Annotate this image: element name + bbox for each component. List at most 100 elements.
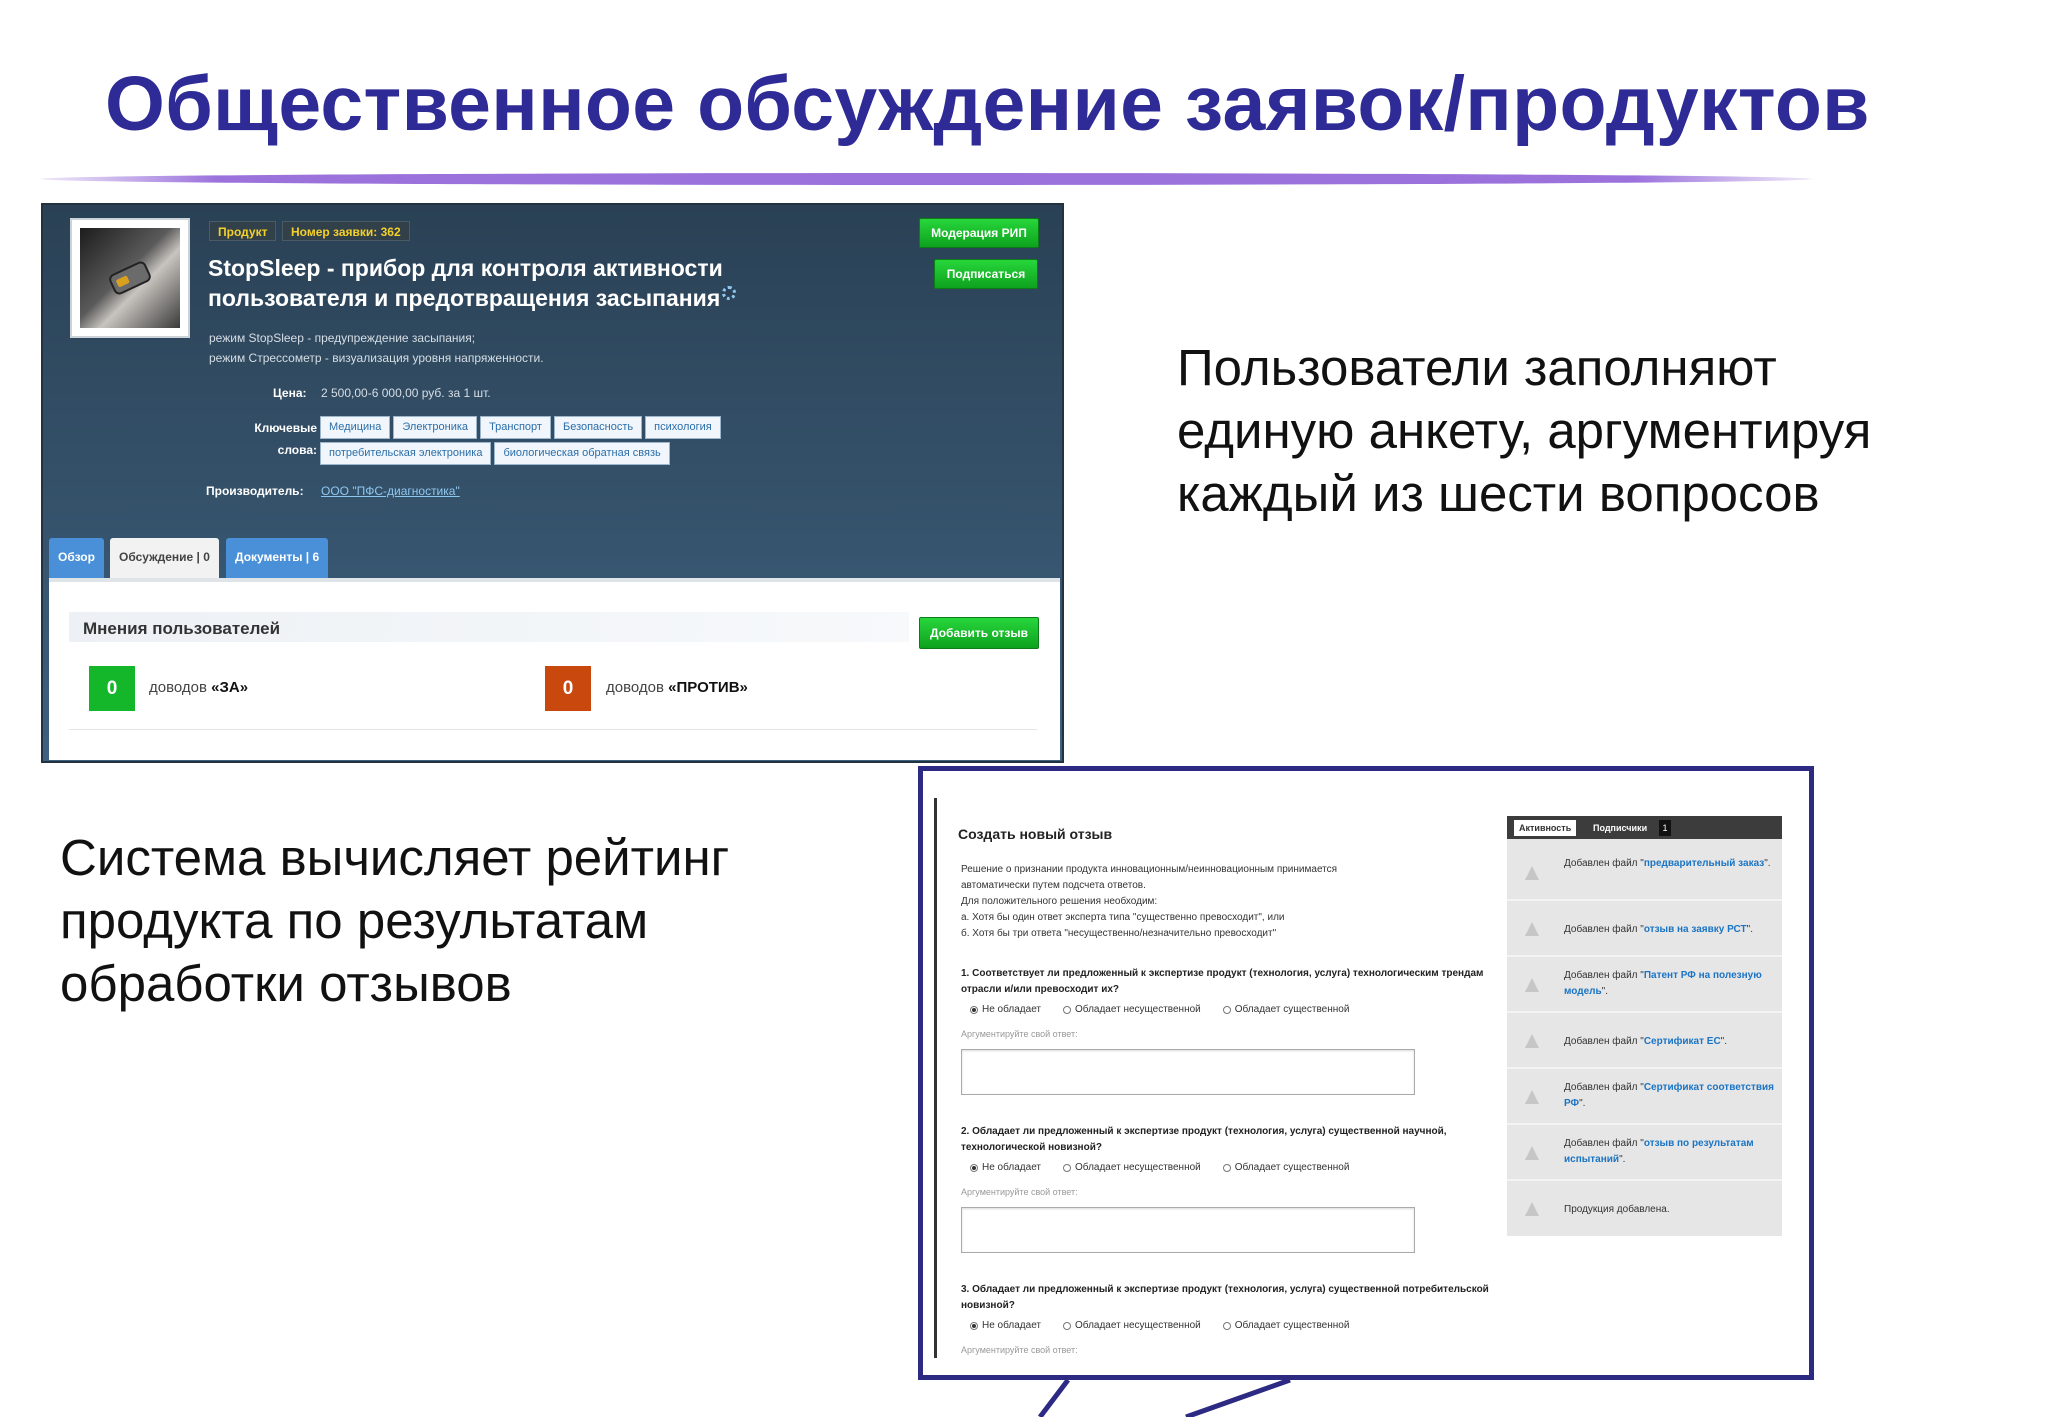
- activity-prefix: Добавлен файл ": [1564, 924, 1644, 935]
- file-icon: ▲: [1520, 1083, 1544, 1110]
- radio-option[interactable]: Не обладает: [970, 1004, 1041, 1015]
- argument-textarea[interactable]: [961, 1049, 1415, 1095]
- product-description: режим StopSleep - предупреждение засыпан…: [209, 328, 544, 368]
- activity-prefix: Добавлен файл ": [1564, 1036, 1644, 1047]
- keyword-tag[interactable]: Транспорт: [480, 416, 551, 439]
- manufacturer-label: Производитель:: [206, 484, 304, 498]
- product-title-text: StopSleep - прибор для контроля активнос…: [208, 255, 723, 311]
- opinions-title: Мнения пользователей: [83, 619, 281, 638]
- activity-suffix: ".: [1746, 924, 1753, 935]
- file-icon: ▲: [1520, 971, 1544, 998]
- activity-item: ▲ Добавлен файл "предварительный заказ".: [1507, 847, 1782, 901]
- activity-prefix: Продукция добавлена.: [1564, 1204, 1670, 1215]
- add-review-button[interactable]: Добавить отзыв: [919, 617, 1039, 649]
- subscribers-count-badge: 1: [1659, 820, 1671, 836]
- question-1: 1. Соответствует ли предложенный к экспе…: [961, 968, 1484, 995]
- subscribe-button[interactable]: Подписаться: [934, 259, 1038, 289]
- activity-item: ▲ Добавлен файл "отзыв по результатам ис…: [1507, 1127, 1782, 1181]
- activity-text: Продукция добавлена.: [1564, 1202, 1776, 1218]
- moderation-button[interactable]: Модерация РИП: [919, 218, 1039, 248]
- activity-prefix: Добавлен файл ": [1564, 1082, 1644, 1093]
- activity-item: ▲ Продукция добавлена.: [1507, 1183, 1782, 1237]
- radio-label: Не обладает: [982, 1004, 1042, 1015]
- device-icon: [107, 259, 153, 297]
- activity-item: ▲ Добавлен файл "отзыв на заявку РСТ".: [1507, 903, 1782, 957]
- argument-label: Аргументируйте свой ответ:: [961, 1345, 1078, 1355]
- activity-item: ▲ Добавлен файл "Сертификат соответствия…: [1507, 1071, 1782, 1125]
- argument-label: Аргументируйте свой ответ:: [961, 1187, 1078, 1197]
- radio-option[interactable]: Обладает несущественной: [1063, 1320, 1201, 1331]
- pro-count-badge: 0: [89, 666, 135, 711]
- tab-activity[interactable]: Активность: [1514, 820, 1577, 836]
- activity-suffix: ".: [1720, 1036, 1727, 1047]
- activity-suffix: ".: [1579, 1098, 1586, 1109]
- caption-rating: Система вычисляет рейтинг продукта по ре…: [60, 829, 730, 1012]
- radio-label: Не обладает: [982, 1162, 1042, 1173]
- activity-text: Добавлен файл "Сертификат соответствия Р…: [1564, 1080, 1776, 1112]
- radio-label: Обладает несущественной: [1075, 1320, 1201, 1331]
- radio-icon: [1222, 1321, 1231, 1330]
- tab-subscribers[interactable]: Подписчики: [1588, 820, 1652, 836]
- radio-icon: [1063, 1163, 1072, 1172]
- product-photo: [80, 228, 180, 328]
- activity-panel: Активность Подписчики 1 ▲ Добавлен файл …: [1507, 816, 1782, 1236]
- radio-label: Не обладает: [982, 1320, 1042, 1331]
- application-number-tag: Номер заявки: 362: [282, 221, 410, 241]
- slide: Общественное обсуждение заявок/продуктов…: [0, 0, 2048, 1417]
- file-icon: ▲: [1520, 859, 1544, 886]
- gear-icon[interactable]: [722, 286, 737, 300]
- activity-text: Добавлен файл "Патент РФ на полезную мод…: [1564, 968, 1776, 1000]
- activity-item: ▲ Добавлен файл "Сертификат ЕС".: [1507, 1015, 1782, 1069]
- activity-text: Добавлен файл "отзыв по результатам испы…: [1564, 1136, 1776, 1168]
- slide-title: Общественное обсуждение заявок/продуктов: [105, 61, 1870, 147]
- keyword-tag[interactable]: потребительская электроника: [320, 442, 492, 465]
- radio-option[interactable]: Обладает существенной: [1222, 1320, 1349, 1331]
- radio-option[interactable]: Обладает несущественной: [1063, 1162, 1201, 1173]
- radio-option[interactable]: Обладает существенной: [1222, 1004, 1349, 1015]
- radio-selected-icon: [970, 1163, 978, 1172]
- radio-selected-icon: [970, 1321, 978, 1330]
- radio-selected-icon: [970, 1005, 978, 1014]
- radio-icon: [1063, 1005, 1072, 1014]
- product-panel: Продукт Номер заявки: 362 Модерация РИП …: [41, 203, 1064, 763]
- radio-option[interactable]: Не обладает: [970, 1162, 1041, 1173]
- keyword-tag[interactable]: Медицина: [320, 416, 391, 439]
- activity-file-link[interactable]: предварительный заказ: [1644, 858, 1764, 869]
- activity-file-link[interactable]: отзыв на заявку РСТ: [1644, 924, 1747, 935]
- file-icon: ▲: [1520, 915, 1544, 942]
- keyword-tag[interactable]: психология: [645, 416, 721, 439]
- radio-option[interactable]: Обладает существенной: [1222, 1162, 1349, 1173]
- description-line: режим Стрессометр - визуализация уровня …: [209, 351, 544, 365]
- keyword-tag[interactable]: биологическая обратная связь: [494, 442, 670, 465]
- intro-line: Решение о признании продукта инновационн…: [961, 864, 1338, 875]
- radio-option[interactable]: Не обладает: [970, 1320, 1041, 1331]
- form-intro: Решение о признании продукта инновационн…: [961, 862, 1521, 942]
- tab-overview[interactable]: Обзор: [49, 538, 104, 578]
- file-icon: ▲: [1520, 1027, 1544, 1054]
- keywords-label: Ключевые слова:: [237, 417, 317, 461]
- intro-line: Для положительного решения необходим:: [961, 896, 1158, 907]
- product-thumbnail[interactable]: [70, 218, 190, 338]
- opinions-header: Мнения пользователей: [69, 612, 909, 642]
- keywords-row: Медицина Электроника Транспорт Безопасно…: [320, 416, 721, 439]
- keyword-tag[interactable]: Безопасность: [553, 416, 643, 439]
- tab-documents[interactable]: Документы | 6: [226, 538, 329, 578]
- manufacturer-link[interactable]: ООО "ПФС-диагностика": [321, 484, 460, 498]
- keywords-row: потребительская электроника биологическа…: [320, 442, 670, 465]
- question-3: 3. Обладает ли предложенный к экспертизе…: [961, 1284, 1489, 1311]
- argument-textarea[interactable]: [961, 1207, 1415, 1253]
- activity-file-link[interactable]: Сертификат ЕС: [1644, 1036, 1721, 1047]
- intro-line: а. Хотя бы один ответ эксперта типа "сущ…: [961, 912, 1285, 923]
- tab-discussion[interactable]: Обсуждение | 0: [110, 538, 219, 578]
- title-divider: [40, 173, 1812, 185]
- argument-label: Аргументируйте свой ответ:: [961, 1029, 1078, 1039]
- keyword-tag[interactable]: Электроника: [393, 416, 478, 439]
- pro-count-label: доводов «ЗА»: [149, 679, 248, 696]
- activity-text: Добавлен файл "Сертификат ЕС".: [1564, 1034, 1776, 1050]
- radio-option[interactable]: Обладает несущественной: [1063, 1004, 1201, 1015]
- caption-questionnaire: Пользователи заполняют единую анкету, ар…: [1177, 339, 1872, 522]
- activity-text: Добавлен файл "предварительный заказ".: [1564, 856, 1776, 872]
- divider: [69, 729, 1037, 730]
- con-count-badge: 0: [545, 666, 591, 711]
- activity-item: ▲ Добавлен файл "Патент РФ на полезную м…: [1507, 959, 1782, 1013]
